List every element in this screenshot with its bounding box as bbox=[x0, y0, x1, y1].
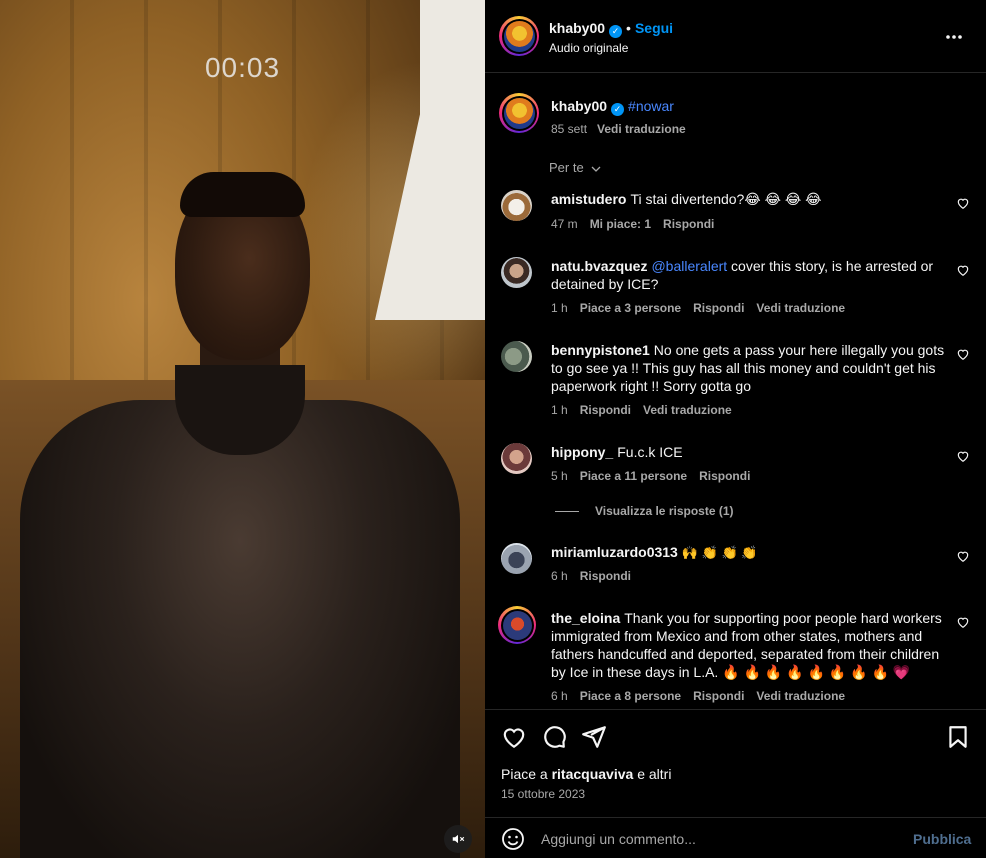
commenter-avatar[interactable] bbox=[498, 606, 536, 644]
verified-badge-icon: ✓ bbox=[609, 25, 623, 38]
follow-button[interactable]: Segui bbox=[635, 20, 673, 36]
caption-author-avatar[interactable] bbox=[499, 93, 539, 133]
avatar-image bbox=[502, 610, 532, 640]
publish-button[interactable]: Pubblica bbox=[913, 831, 971, 847]
reply-button[interactable]: Rispondi bbox=[693, 689, 744, 703]
reply-button[interactable]: Rispondi bbox=[580, 569, 631, 583]
comment-text: 🙌 👏 👏 👏 bbox=[681, 545, 758, 560]
speaker-muted-icon bbox=[452, 834, 465, 844]
like-comment-heart-icon[interactable] bbox=[956, 549, 970, 563]
likes-prefix: Piace a bbox=[501, 766, 552, 782]
post-actions-bar: Piace a ritacquaviva e altri 15 ottobre … bbox=[485, 709, 986, 817]
comment-mention[interactable]: @balleralert bbox=[651, 258, 727, 274]
comment-likes[interactable]: Mi piace: 1 bbox=[590, 217, 651, 231]
video-timer: 00:03 bbox=[204, 52, 281, 83]
comment-text: Ti stai divertendo?😂 😂 😂 😂 bbox=[630, 191, 822, 207]
like-comment-heart-icon[interactable] bbox=[956, 196, 970, 210]
replies-divider bbox=[555, 511, 579, 513]
comment-time: 47 m bbox=[551, 217, 578, 231]
like-comment-heart-icon[interactable] bbox=[956, 449, 970, 463]
post-header: khaby00 ✓ • Segui Audio originale bbox=[485, 0, 986, 73]
comment-translate-link[interactable]: Vedi traduzione bbox=[756, 301, 845, 315]
comment-text: Fu.c.k ICE bbox=[617, 444, 683, 460]
author-avatar[interactable] bbox=[499, 16, 539, 56]
view-replies-button[interactable]: Visualizza le risposte (1) bbox=[555, 504, 734, 518]
view-replies-label: Visualizza le risposte (1) bbox=[595, 504, 734, 518]
person-hair bbox=[180, 172, 305, 217]
comment-input[interactable]: Aggiungi un commento... bbox=[541, 831, 696, 847]
lamp-shade-body bbox=[420, 0, 485, 320]
like-comment-heart-icon[interactable] bbox=[956, 615, 970, 629]
commenter-avatar[interactable] bbox=[501, 543, 532, 574]
sort-label: Per te bbox=[549, 160, 584, 175]
more-options-button[interactable] bbox=[945, 24, 963, 45]
commenter-username[interactable]: natu.bvazquez bbox=[551, 258, 647, 274]
comment-translate-link[interactable]: Vedi traduzione bbox=[643, 403, 732, 417]
video-player[interactable]: 00:03 bbox=[0, 0, 485, 858]
like-comment-heart-icon[interactable] bbox=[956, 347, 970, 361]
more-horizontal-icon bbox=[946, 35, 962, 39]
caption-hashtag[interactable]: #nowar bbox=[628, 98, 674, 114]
post-side-panel: khaby00 ✓ • Segui Audio originale khaby00 ✓ #… bbox=[485, 0, 986, 858]
emoji-icon[interactable] bbox=[501, 827, 525, 851]
reply-button[interactable]: Rispondi bbox=[693, 301, 744, 315]
caption-age: 85 sett bbox=[551, 122, 588, 136]
commenter-avatar[interactable] bbox=[501, 257, 532, 288]
comment-time: 1 h bbox=[551, 301, 568, 315]
commenter-username[interactable]: hippony_ bbox=[551, 444, 613, 460]
share-send-icon[interactable] bbox=[581, 724, 607, 750]
comment-time: 1 h bbox=[551, 403, 568, 417]
mute-button[interactable] bbox=[444, 825, 472, 853]
like-heart-icon[interactable] bbox=[501, 724, 527, 750]
likes-user[interactable]: ritacquaviva bbox=[552, 766, 634, 782]
comment-likes[interactable]: Piace a 11 persone bbox=[580, 469, 687, 483]
comment-sort-dropdown[interactable]: Per te bbox=[549, 160, 601, 175]
comment-likes[interactable]: Piace a 3 persone bbox=[580, 301, 681, 315]
commenter-username[interactable]: miriamluzardo0313 bbox=[551, 544, 678, 560]
author-username[interactable]: khaby00 bbox=[549, 20, 605, 36]
commenter-username[interactable]: bennypistone1 bbox=[551, 342, 650, 358]
commenter-username[interactable]: the_eloina bbox=[551, 610, 620, 626]
comment-time: 5 h bbox=[551, 469, 568, 483]
commenter-username[interactable]: amistudero bbox=[551, 191, 626, 207]
comment-time: 6 h bbox=[551, 689, 568, 703]
audio-link[interactable]: Audio originale bbox=[549, 41, 628, 55]
bookmark-icon[interactable] bbox=[945, 724, 971, 750]
reply-button[interactable]: Rispondi bbox=[580, 403, 631, 417]
person-shirt bbox=[20, 400, 460, 858]
separator-dot: • bbox=[626, 20, 631, 36]
reply-button[interactable]: Rispondi bbox=[663, 217, 714, 231]
comment-bubble-icon[interactable] bbox=[541, 724, 567, 750]
add-comment-bar: Aggiungi un commento... Pubblica bbox=[485, 817, 986, 858]
likes-summary[interactable]: Piace a ritacquaviva e altri bbox=[501, 766, 671, 782]
chevron-down-icon bbox=[588, 163, 601, 175]
avatar-image bbox=[503, 97, 535, 129]
post-date: 15 ottobre 2023 bbox=[501, 787, 586, 801]
comment-likes[interactable]: Piace a 8 persone bbox=[580, 689, 681, 703]
commenter-avatar[interactable] bbox=[501, 190, 532, 221]
caption-translate-link[interactable]: Vedi traduzione bbox=[597, 122, 686, 136]
comment-translate-link[interactable]: Vedi traduzione bbox=[756, 689, 845, 703]
commenter-avatar[interactable] bbox=[501, 341, 532, 372]
comment-time: 6 h bbox=[551, 569, 568, 583]
commenter-avatar[interactable] bbox=[501, 443, 532, 474]
reply-button[interactable]: Rispondi bbox=[699, 469, 750, 483]
likes-suffix: e altri bbox=[633, 766, 672, 782]
avatar-image bbox=[503, 20, 535, 52]
verified-badge-icon: ✓ bbox=[611, 103, 625, 116]
like-comment-heart-icon[interactable] bbox=[956, 263, 970, 277]
caption-username[interactable]: khaby00 bbox=[551, 98, 607, 114]
